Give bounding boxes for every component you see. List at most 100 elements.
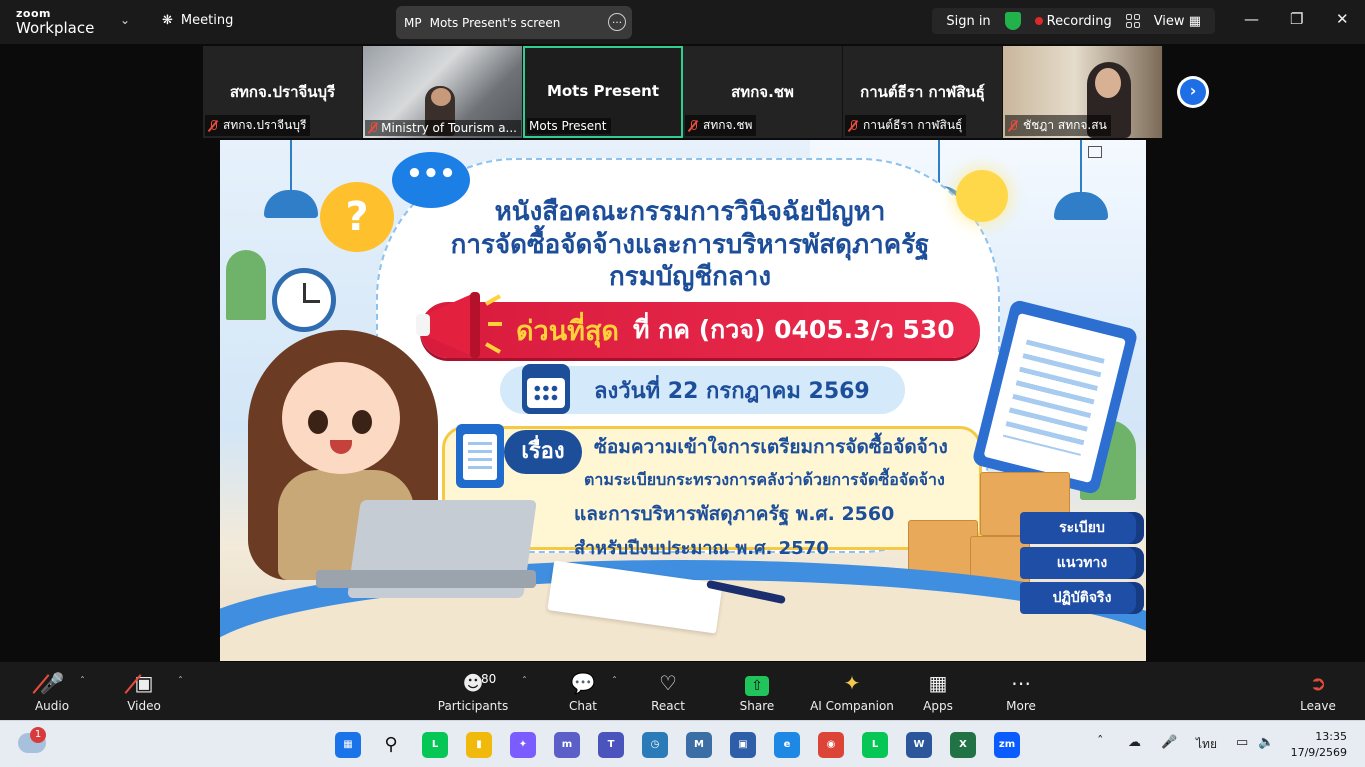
edge-icon[interactable]: e [774, 732, 800, 758]
monitor-icon[interactable]: ▭ [1236, 735, 1248, 750]
title-bar: zoom Workplace ⌄ ❋ Meeting MP Mots Prese… [0, 0, 1365, 44]
participant-name: สทกจ.ปราจีนบุรี [223, 118, 307, 132]
participants-icon: ☻ 80 [433, 670, 513, 696]
minimize-icon[interactable]: — [1244, 10, 1259, 28]
participants-button[interactable]: ☻ 80 Participants [433, 670, 513, 713]
urgent-banner: ด่วนที่สุด ที่ กค (กวจ) 0405.3/ว 530 [420, 302, 980, 358]
calendar-icon [522, 364, 570, 414]
recording-dot-icon [1034, 16, 1043, 25]
lamp-cord [290, 140, 292, 192]
file-explorer-icon[interactable]: ▮ [466, 732, 492, 758]
meeting-menu[interactable]: ❋ Meeting [162, 13, 233, 28]
character-eye [308, 410, 328, 434]
apps-button[interactable]: ▦ Apps [898, 670, 978, 713]
expand-icon[interactable] [1088, 146, 1102, 158]
leave-button[interactable]: ➲ Leave [1278, 670, 1358, 713]
messenger-icon[interactable]: m [554, 732, 580, 758]
participant-label: ชัชฎา สทกจ.สน [1005, 115, 1111, 136]
shared-screen-slide: ? ••• หนังสือคณะกรรมการวินิจฉัยปัญหา การ… [220, 140, 1146, 661]
more-label: More [1006, 699, 1036, 713]
view-button[interactable]: View ▦ [1154, 14, 1201, 29]
shield-check-icon[interactable] [1004, 12, 1021, 30]
leave-label: Leave [1300, 699, 1336, 713]
share-screen-icon: ⇧ [745, 676, 769, 696]
participant-tile[interactable]: สทกจ.ปราจีนบุรี สทกจ.ปราจีนบุรี [203, 46, 363, 138]
taskbar-clock[interactable]: 13:35 17/9/2569 [1291, 729, 1347, 761]
date-text: ลงวันที่ 22 กรกฎาคม 2569 [594, 378, 870, 404]
more-button[interactable]: ⋯ More [981, 670, 1061, 713]
participant-name: ชัชฎา สทกจ.สน [1023, 118, 1107, 132]
clock-date: 17/9/2569 [1290, 746, 1347, 759]
chevron-down-icon[interactable]: ⌄ [120, 13, 130, 27]
participant-name: Mots Present [529, 119, 607, 133]
word-icon[interactable]: W [906, 732, 932, 758]
chat-label: Chat [568, 699, 598, 713]
mic-muted-icon [1007, 119, 1019, 132]
participant-label: Mots Present [527, 118, 611, 134]
urgent-reference: ที่ กค (กวจ) 0405.3/ว 530 [632, 315, 955, 344]
clock-app-icon[interactable]: ◷ [642, 732, 668, 758]
share-button[interactable]: ⇧ Share [717, 670, 797, 713]
chat-options-caret[interactable]: ˆ [612, 676, 617, 687]
view-label: View [1153, 13, 1185, 29]
zoom-app-icon[interactable]: zm [994, 732, 1020, 758]
cloud-icon[interactable]: ☁ [1128, 735, 1141, 750]
sign-in-button[interactable]: Sign in [946, 14, 990, 29]
react-button[interactable]: ♡ React [628, 670, 708, 713]
lamp-icon [264, 190, 318, 218]
share-title: Mots Present's screen [429, 15, 561, 30]
participant-tile[interactable]: กานต์ธีรา กาฬสินธุ์ กานต์ธีรา กาฬสินธุ์ [843, 46, 1003, 138]
subject-line-1: ซ้อมความเข้าใจการเตรียมการจัดซื้อจัดจ้าง [594, 436, 948, 458]
mic-muted-icon [367, 122, 378, 134]
participant-tile[interactable]: ชัชฎา สทกจ.สน [1003, 46, 1163, 138]
audio-options-caret[interactable]: ˆ [80, 676, 85, 687]
copilot-icon[interactable]: ✦ [510, 732, 536, 758]
line-app-icon[interactable]: L [422, 732, 448, 758]
chrome-icon[interactable]: ◉ [818, 732, 844, 758]
excel-icon[interactable]: X [950, 732, 976, 758]
video-button[interactable]: ▣ Video [104, 670, 184, 713]
recording-indicator[interactable]: Recording [1034, 14, 1112, 29]
more-options-icon[interactable]: … [608, 13, 626, 31]
slide-title: หนังสือคณะกรรมการวินิจฉัยปัญหา การจัดซื้… [410, 196, 970, 294]
participant-tile[interactable]: Ministry of Tourism a... [363, 46, 523, 138]
restore-icon[interactable]: ❐ [1290, 10, 1303, 28]
language-indicator[interactable]: ไทย [1196, 735, 1217, 754]
volume-icon[interactable]: 🔈 [1258, 735, 1274, 750]
ai-companion-button[interactable]: ✦ AI Companion [806, 670, 898, 713]
chevron-right-icon: › [1189, 81, 1197, 100]
participant-name: กานต์ธีรา กาฬสินธุ์ [863, 118, 963, 132]
audio-label: Audio [34, 699, 70, 713]
book-regulation: ระเบียบ [1020, 512, 1144, 544]
gallery-grid-icon[interactable] [1125, 14, 1140, 28]
react-label: React [651, 699, 685, 713]
line-app-icon[interactable]: L [862, 732, 888, 758]
presenter-initials: MP [404, 15, 422, 30]
chevron-up-icon[interactable]: ˆ [1097, 735, 1104, 750]
video-options-caret[interactable]: ˆ [178, 676, 183, 687]
store-icon[interactable]: ▣ [730, 732, 756, 758]
start-icon[interactable]: ▦ [335, 732, 361, 758]
participants-options-caret[interactable]: ˆ [522, 676, 527, 687]
brand-top: zoom [16, 7, 51, 20]
chat-button[interactable]: 💬 Chat [543, 670, 623, 713]
view-grid-icon: ▦ [1188, 13, 1201, 29]
paw-icon: ❋ [162, 13, 173, 28]
teams-icon[interactable]: T [598, 732, 624, 758]
participant-label: กานต์ธีรา กาฬสินธุ์ [845, 115, 967, 136]
mic-muted-icon [687, 119, 699, 132]
meeting-toolbar: 🎤 Audio ˆ ▣ Video ˆ ☻ 80 Participants ˆ 💬… [0, 662, 1365, 720]
participant-tile[interactable]: สทกจ.ชพ สทกจ.ชพ [683, 46, 843, 138]
microphone-icon[interactable]: 🎤 [1161, 735, 1177, 750]
next-page-button[interactable]: › [1177, 76, 1209, 108]
participant-tile-active-speaker[interactable]: Mots Present Mots Present [523, 46, 683, 138]
search-icon[interactable]: ⚲ [378, 732, 404, 758]
more-dots-icon: ⋯ [1011, 671, 1031, 695]
book-practice: ปฏิบัติจริง [1020, 582, 1144, 614]
zoom-workplace-logo[interactable]: zoom Workplace [16, 8, 94, 36]
close-icon[interactable]: ✕ [1336, 10, 1349, 28]
m365-icon[interactable]: M [686, 732, 712, 758]
screen-share-indicator[interactable]: MP Mots Present's screen … [396, 6, 632, 39]
clock-time: 13:35 [1315, 730, 1347, 743]
camera-off-icon: ▣ [104, 670, 184, 696]
